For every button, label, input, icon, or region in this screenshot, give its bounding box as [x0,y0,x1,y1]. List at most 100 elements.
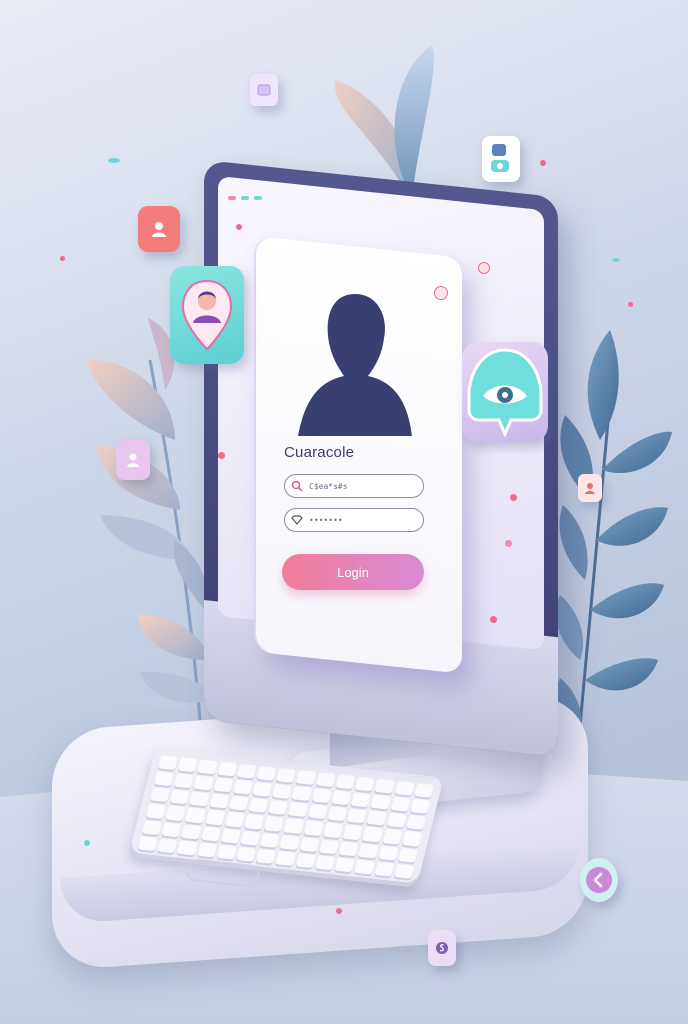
keyboard-key[interactable] [346,808,367,824]
keyboard-key[interactable] [401,831,422,847]
keyboard-key[interactable] [382,829,403,845]
keyboard-key[interactable] [158,755,179,771]
keyboard-key[interactable] [173,773,194,789]
keyboard-key[interactable] [189,791,210,807]
keyboard-key[interactable] [390,796,411,812]
keyboard-key[interactable] [264,816,285,832]
keyboard-key[interactable] [161,822,182,838]
keyboard-key[interactable] [209,793,230,809]
keyboard-key[interactable] [366,810,387,826]
keyboard-key[interactable] [201,826,222,842]
person-icon [585,483,595,494]
close-icon[interactable] [434,286,448,300]
keyboard-key[interactable] [414,782,435,798]
person-tile-left[interactable] [116,440,150,480]
keyboard-key[interactable] [154,771,175,787]
keyboard-key[interactable] [197,759,218,775]
keyboard-key[interactable] [378,845,399,861]
keyboard-key[interactable] [295,853,316,869]
person-tile-right[interactable] [578,474,602,502]
keyboard-key[interactable] [252,782,273,798]
keyboard-key[interactable] [177,840,198,856]
keyboard-key[interactable] [248,798,269,814]
keyboard-key[interactable] [374,861,395,877]
keyboard-key[interactable] [405,815,426,831]
keyboard-key[interactable] [327,806,348,822]
app-tile-top[interactable] [250,74,278,106]
password-field[interactable]: ••••••• [284,508,424,532]
back-button[interactable] [580,858,618,902]
keyboard-key[interactable] [177,757,198,773]
keyboard-key[interactable] [150,787,171,803]
bottom-tile[interactable] [428,930,456,966]
keyboard-key[interactable] [386,813,407,829]
keyboard-key[interactable] [276,768,297,783]
keyboard-key[interactable] [295,770,316,786]
keyboard-key[interactable] [260,832,281,848]
keyboard-key[interactable] [185,808,206,823]
keyboard-key[interactable] [370,794,391,810]
keyboard-key[interactable] [240,830,261,846]
keyboard-key[interactable] [362,827,383,843]
keyboard-key[interactable] [181,824,202,840]
keyboard-key[interactable] [141,819,163,835]
keyboard-key[interactable] [213,777,234,793]
screen-dot [490,616,497,623]
keyboard-key[interactable] [397,847,418,863]
keyboard-key[interactable] [323,822,344,838]
keyboard-key[interactable] [232,779,253,795]
keyboard-key[interactable] [283,818,304,834]
keyboard-key[interactable] [165,805,186,821]
keyboard-key[interactable] [335,774,356,790]
keyboard-key[interactable] [338,841,359,857]
keyboard-key[interactable] [146,803,167,819]
keyboard-key[interactable] [291,786,312,802]
contacts-tile[interactable] [482,136,520,182]
keyboard-key[interactable] [236,846,257,862]
keyboard-key[interactable] [244,814,265,830]
username-field[interactable]: C$ea*s#s [284,474,424,498]
keyboard-key[interactable] [256,848,277,864]
keyboard-key[interactable] [334,857,355,873]
keyboard-key[interactable] [311,788,332,804]
keyboard-key[interactable] [205,810,226,826]
keyboard-key[interactable] [299,836,320,852]
keyboard-key[interactable] [236,763,257,779]
keyboard-key[interactable] [354,859,375,875]
keyboard-key[interactable] [275,850,296,866]
keyboard-key[interactable] [157,838,178,854]
keyboard-key[interactable] [197,842,218,858]
eye-tile[interactable] [462,342,548,442]
keyboard-key[interactable] [331,790,352,806]
keyboard-key[interactable] [228,796,249,812]
keyboard-key[interactable] [354,776,375,792]
keyboard-key[interactable] [319,839,340,855]
keyboard-key[interactable] [216,844,237,860]
keyboard-key[interactable] [220,828,241,844]
keyboard-key[interactable] [268,800,289,816]
keyboard-key[interactable] [307,804,328,820]
keyboard-key[interactable] [394,780,415,796]
keyboard-key[interactable] [224,812,245,828]
keyboard-key[interactable] [409,799,431,815]
keyboard-key[interactable] [193,775,214,791]
keyboard-key[interactable] [303,820,324,836]
keyboard-key[interactable] [374,778,395,794]
keyboard-key[interactable] [315,772,336,788]
eye-pin-icon [467,348,543,438]
profile-tile[interactable] [170,266,244,364]
keyboard-key[interactable] [256,765,277,781]
keyboard-key[interactable] [315,855,336,871]
keyboard-key[interactable] [272,784,293,800]
keyboard-key[interactable] [137,836,158,852]
keyboard-key[interactable] [350,792,371,808]
keyboard-key[interactable] [279,834,300,850]
keyboard-key[interactable] [287,802,308,818]
keyboard-key[interactable] [217,761,238,777]
keyboard-key[interactable] [169,789,190,805]
user-tile[interactable] [138,206,180,252]
login-button[interactable]: Login [282,554,424,590]
keyboard-key[interactable] [358,843,379,859]
keyboard-key[interactable] [342,825,363,840]
keyboard-key[interactable] [393,863,414,879]
